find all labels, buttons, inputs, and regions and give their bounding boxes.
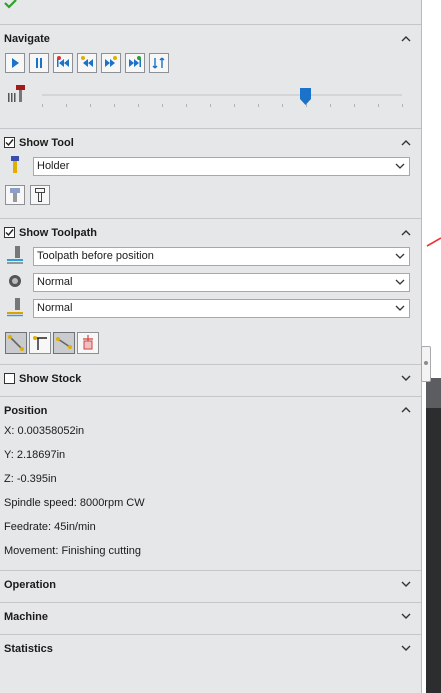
chevron-down-icon[interactable]	[399, 609, 413, 623]
show-tool-checkbox[interactable]	[4, 137, 15, 148]
stock-model-edge	[426, 378, 441, 408]
toolpath-vectors-button[interactable]	[29, 332, 51, 354]
divider	[0, 396, 421, 397]
tool-mode-dropdown[interactable]: Holder	[33, 157, 410, 176]
slider-tick	[282, 104, 283, 107]
slider-tick	[210, 104, 211, 107]
position-z: Z: -0.395in	[4, 473, 57, 485]
toolpath-display-icon	[7, 298, 23, 317]
slider-tick	[186, 104, 187, 107]
show-toolpath-checkbox[interactable]	[4, 227, 15, 238]
divider	[0, 24, 421, 25]
feedrate: Feedrate: 45in/min	[4, 521, 96, 533]
pause-button[interactable]	[29, 53, 49, 73]
toolpath-line	[426, 237, 441, 247]
divider	[0, 128, 421, 129]
show-stock-checkbox[interactable]	[4, 373, 15, 384]
statistics-title[interactable]: Statistics	[4, 643, 53, 655]
divider	[0, 602, 421, 603]
chevron-down-icon	[395, 253, 405, 259]
ok-check-icon[interactable]	[4, 0, 18, 10]
swap-direction-button[interactable]	[149, 53, 169, 73]
chevron-up-icon[interactable]	[399, 136, 413, 150]
tool-wireframe-button[interactable]	[30, 185, 50, 205]
stock-display-icon	[9, 275, 21, 287]
slider-tick	[258, 104, 259, 107]
chevron-down-icon	[395, 163, 405, 169]
show-toolpath-title: Show Toolpath	[19, 227, 98, 239]
slider-tick	[234, 104, 235, 107]
show-tool-title: Show Tool	[19, 137, 74, 149]
chevron-down-icon	[395, 279, 405, 285]
slider-tick	[90, 104, 91, 107]
machine-title[interactable]: Machine	[4, 611, 48, 623]
operation-title[interactable]: Operation	[4, 579, 56, 591]
step-back-to-start-button[interactable]	[53, 53, 73, 73]
chevron-up-icon[interactable]	[399, 226, 413, 240]
position-y: Y: 2.18697in	[4, 449, 66, 461]
toolpath-mode-icon	[7, 246, 23, 264]
chevron-up-icon[interactable]	[399, 403, 413, 417]
divider	[0, 218, 421, 219]
display-mode-dropdown-2[interactable]: Normal	[33, 299, 410, 318]
toolpath-lines-button[interactable]	[5, 332, 27, 354]
slider-tick	[162, 104, 163, 107]
slider-tick	[138, 104, 139, 107]
stock-model	[426, 378, 441, 693]
divider	[0, 634, 421, 635]
display-mode-dropdown-1[interactable]: Normal	[33, 273, 410, 292]
step-forward-to-end-button[interactable]	[125, 53, 145, 73]
chevron-up-icon[interactable]	[399, 32, 413, 46]
slider-tick	[66, 104, 67, 107]
chevron-down-icon	[395, 305, 405, 311]
show-stock-title: Show Stock	[19, 373, 82, 385]
navigate-title: Navigate	[4, 33, 50, 45]
toolpath-points-button[interactable]	[53, 332, 75, 354]
handle-grip-icon	[424, 361, 428, 365]
toolpath-mode-dropdown[interactable]: Toolpath before position	[33, 247, 410, 266]
display-mode-value-1: Normal	[37, 276, 73, 288]
step-forward-button[interactable]	[101, 53, 121, 73]
display-mode-value-2: Normal	[37, 302, 73, 314]
slider-tick	[402, 104, 403, 107]
toolpath-tool-axis-button[interactable]	[77, 332, 99, 354]
divider	[0, 570, 421, 571]
tool-mode-icon	[11, 156, 19, 173]
simulation-slider[interactable]	[42, 86, 404, 110]
toolpath-mode-value: Toolpath before position	[37, 250, 154, 262]
tool-mode-value: Holder	[37, 160, 70, 172]
slider-tick	[378, 104, 379, 107]
position-x: X: 0.00358052in	[4, 425, 85, 437]
position-title: Position	[4, 405, 48, 417]
chevron-down-icon[interactable]	[399, 641, 413, 655]
slider-tick	[330, 104, 331, 107]
divider	[0, 364, 421, 365]
slider-tick	[42, 104, 43, 107]
play-button[interactable]	[5, 53, 25, 73]
tool-holder-icon	[8, 85, 25, 102]
slider-tick	[354, 104, 355, 107]
slider-tick	[114, 104, 115, 107]
spindle-speed: Spindle speed: 8000rpm CW	[4, 497, 145, 509]
slider-thumb[interactable]	[300, 88, 311, 105]
step-back-button[interactable]	[77, 53, 97, 73]
simulation-panel: Navigate Show Tool Holder Show Toolpath …	[0, 0, 421, 693]
movement: Movement: Finishing cutting	[4, 545, 141, 557]
chevron-down-icon[interactable]	[399, 371, 413, 385]
tool-shaded-button[interactable]	[5, 185, 25, 205]
chevron-down-icon[interactable]	[399, 577, 413, 591]
slider-track	[42, 94, 402, 96]
